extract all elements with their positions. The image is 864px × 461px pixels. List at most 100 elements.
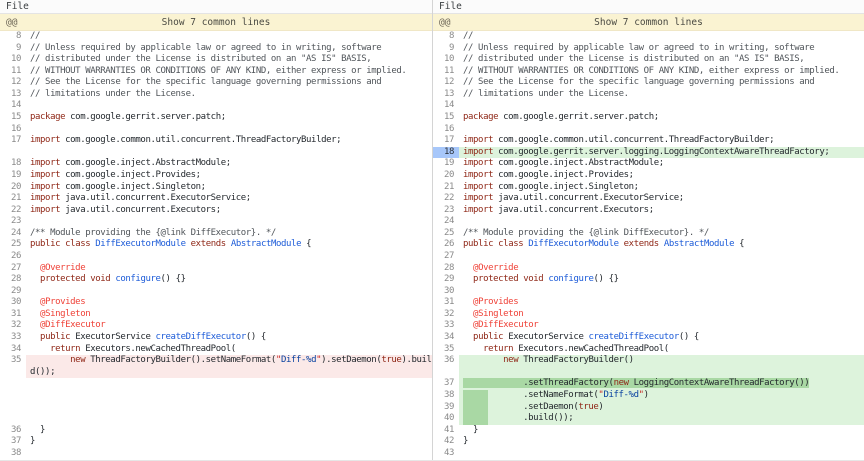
code-line: @DiffExecutor <box>459 320 864 332</box>
line-number[interactable]: 20 <box>0 182 26 194</box>
line-number[interactable]: 26 <box>0 251 26 263</box>
line-number[interactable]: 24 <box>433 216 459 228</box>
line-number[interactable]: 29 <box>0 286 26 298</box>
line-number[interactable]: 12 <box>0 77 26 89</box>
diff-pane-left: File @@ Show 7 common lines 8//9// Unles… <box>0 0 432 460</box>
line-number <box>0 367 26 379</box>
line-number[interactable]: 11 <box>0 66 26 78</box>
line-number[interactable]: 25 <box>433 228 459 240</box>
line-number[interactable]: 31 <box>0 309 26 321</box>
line-number[interactable]: 20 <box>433 170 459 182</box>
line-number[interactable]: 33 <box>0 332 26 344</box>
code-segment: java.util.concurrent.ExecutorService; <box>60 193 251 203</box>
line-number[interactable]: 14 <box>433 100 459 112</box>
line-number[interactable]: 33 <box>433 320 459 332</box>
line-number[interactable]: 18 <box>433 147 459 159</box>
line-number[interactable]: 15 <box>433 112 459 124</box>
code-segment: com.google.inject.Provides; <box>493 170 634 180</box>
line-number[interactable]: 22 <box>0 205 26 217</box>
line-number[interactable]: 35 <box>433 344 459 356</box>
code-line: protected void configure() {} <box>26 274 432 286</box>
diff-row: 39 .setDaemon(true) <box>433 402 864 414</box>
line-number[interactable]: 21 <box>433 182 459 194</box>
show-common-lines-button[interactable]: Show 7 common lines <box>0 14 432 31</box>
line-number[interactable]: 18 <box>0 158 26 170</box>
line-number[interactable]: 23 <box>433 205 459 217</box>
line-number[interactable]: 16 <box>433 124 459 136</box>
code-line: } <box>26 425 432 437</box>
code-segment: package <box>30 112 65 122</box>
hunk-marker: @@ <box>439 14 450 31</box>
line-number[interactable]: 15 <box>0 112 26 124</box>
line-number[interactable]: 22 <box>433 193 459 205</box>
code-segment: @DiffExecutor <box>40 320 105 330</box>
line-number[interactable]: 27 <box>433 251 459 263</box>
diff-row: 29 protected void configure() {} <box>433 274 864 286</box>
line-number[interactable]: 25 <box>0 239 26 251</box>
line-number[interactable]: 23 <box>0 216 26 228</box>
code-line: @Provides <box>26 297 432 309</box>
show-common-lines-button[interactable]: Show 7 common lines <box>433 14 864 31</box>
line-number[interactable]: 13 <box>433 89 459 101</box>
line-number[interactable]: 38 <box>433 390 459 402</box>
line-number[interactable]: 35 <box>0 355 26 367</box>
diff-row: 19import com.google.inject.Provides; <box>0 170 432 182</box>
line-number[interactable]: 36 <box>0 425 26 437</box>
line-number[interactable]: 9 <box>0 43 26 55</box>
line-number[interactable]: 29 <box>433 274 459 286</box>
line-number[interactable]: 19 <box>0 170 26 182</box>
diff-row: 10// distributed under the License is di… <box>433 54 864 66</box>
line-number[interactable]: 28 <box>433 263 459 275</box>
line-number[interactable]: 30 <box>0 297 26 309</box>
code-line: /** Module providing the {@link DiffExec… <box>26 228 432 240</box>
line-number[interactable]: 42 <box>433 436 459 448</box>
line-number[interactable]: 40 <box>433 413 459 425</box>
code-rows-left: 8//9// Unless required by applicable law… <box>0 31 432 459</box>
line-number[interactable]: 27 <box>0 263 26 275</box>
line-number[interactable]: 24 <box>0 228 26 240</box>
line-number[interactable]: 13 <box>0 89 26 101</box>
line-number[interactable]: 21 <box>0 193 26 205</box>
line-number[interactable]: 17 <box>433 135 459 147</box>
line-number[interactable]: 14 <box>0 100 26 112</box>
line-number[interactable]: 34 <box>0 344 26 356</box>
code-segment: DiffExecutorModule <box>528 239 618 249</box>
code-line: // limitations under the License. <box>459 89 864 101</box>
code-line: import com.google.inject.Provides; <box>459 170 864 182</box>
line-number[interactable]: 10 <box>0 54 26 66</box>
code-segment: import <box>30 193 60 203</box>
line-number[interactable]: 38 <box>0 448 26 460</box>
code-segment: /** Module providing the {@link DiffExec… <box>463 228 709 238</box>
line-number[interactable]: 32 <box>0 320 26 332</box>
intraline-insert-marker <box>463 413 488 425</box>
line-number[interactable]: 34 <box>433 332 459 344</box>
code-line: // Unless required by applicable law or … <box>459 43 864 55</box>
line-number[interactable]: 39 <box>433 402 459 414</box>
line-number[interactable]: 32 <box>433 309 459 321</box>
line-number[interactable]: 41 <box>433 425 459 437</box>
line-number[interactable]: 12 <box>433 77 459 89</box>
diff-row: 26 <box>0 251 432 263</box>
line-number[interactable]: 37 <box>0 436 26 448</box>
line-number[interactable]: 17 <box>0 135 26 147</box>
line-number[interactable]: 26 <box>433 239 459 251</box>
line-number[interactable]: 28 <box>0 274 26 286</box>
line-number[interactable]: 36 <box>433 355 459 367</box>
code-segment: com.google.gerrit.server.patch; <box>498 112 659 122</box>
line-number[interactable]: 43 <box>433 448 459 460</box>
line-number[interactable]: 11 <box>433 66 459 78</box>
code-segment: protected <box>40 274 85 284</box>
line-number[interactable]: 9 <box>433 43 459 55</box>
line-number[interactable]: 10 <box>433 54 459 66</box>
line-number[interactable]: 37 <box>433 378 459 390</box>
line-number[interactable]: 8 <box>0 31 26 43</box>
line-number[interactable]: 8 <box>433 31 459 43</box>
line-number[interactable]: 30 <box>433 286 459 298</box>
code-segment: DiffExecutorModule <box>95 239 185 249</box>
diff-row: 13// limitations under the License. <box>433 89 864 101</box>
diff-row: 17import com.google.common.util.concurre… <box>0 135 432 147</box>
line-number[interactable]: 16 <box>0 124 26 136</box>
line-number[interactable]: 31 <box>433 297 459 309</box>
line-number[interactable]: 19 <box>433 158 459 170</box>
code-segment <box>30 263 40 273</box>
